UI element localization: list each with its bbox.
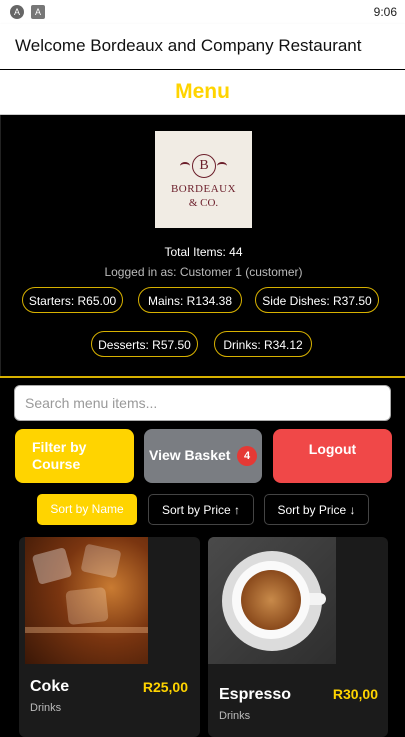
status-time: 9:06 bbox=[373, 5, 397, 19]
summary-panel: B BORDEAUX & CO. Total Items: 44 Logged … bbox=[0, 115, 405, 377]
app-bar: Welcome Bordeaux and Company Restaurant bbox=[0, 24, 405, 69]
coke-image bbox=[25, 537, 148, 664]
logo-text-line1: BORDEAUX bbox=[170, 183, 237, 195]
menu-item-category: Drinks bbox=[30, 702, 62, 714]
sort-by-name-button[interactable]: Sort by Name bbox=[37, 494, 137, 525]
menu-item-price: R25,00 bbox=[142, 679, 188, 695]
search-input[interactable] bbox=[14, 385, 391, 421]
menu-item-category: Drinks bbox=[219, 710, 251, 722]
menu-item-card[interactable]: Espresso R30,00 Drinks bbox=[208, 537, 388, 737]
app-icon-2: A bbox=[31, 5, 45, 19]
filter-label-line2: Course bbox=[32, 456, 81, 472]
menu-item-name: Espresso bbox=[219, 686, 292, 703]
logo-leaf-right bbox=[217, 162, 227, 170]
section-divider bbox=[0, 376, 405, 378]
logout-button[interactable]: Logout bbox=[273, 429, 392, 483]
menu-item-name: Coke bbox=[30, 678, 70, 695]
sort-by-price-desc-button[interactable]: Sort by Price ↓ bbox=[264, 494, 369, 525]
average-chip-mains: Mains: R134.38 bbox=[138, 287, 242, 313]
sort-by-price-asc-button[interactable]: Sort by Price ↑ bbox=[148, 494, 254, 525]
average-chip-starters: Starters: R65.00 bbox=[22, 287, 123, 313]
app-title: Welcome Bordeaux and Company Restaurant bbox=[15, 36, 362, 55]
total-items: Total Items: 44 bbox=[164, 245, 243, 259]
filter-label-line1: Filter by bbox=[32, 439, 87, 455]
status-bar: A A 9:06 bbox=[0, 0, 405, 24]
menu-item-card[interactable]: Coke R25,00 Drinks bbox=[19, 537, 200, 737]
espresso-image bbox=[208, 537, 336, 664]
menu-header: Menu bbox=[0, 70, 405, 115]
average-chip-side-dishes: Side Dishes: R37.50 bbox=[255, 287, 379, 313]
menu-title: Menu bbox=[175, 80, 230, 103]
logo-leaf-left bbox=[180, 162, 190, 170]
filter-by-course-button[interactable]: Filter by Course bbox=[15, 429, 134, 483]
average-chip-desserts: Desserts: R57.50 bbox=[91, 331, 198, 357]
logo-text-line2: & CO. bbox=[188, 197, 219, 209]
logo-monogram: B bbox=[192, 154, 216, 178]
view-basket-label: View Basket bbox=[149, 447, 231, 463]
average-chip-drinks: Drinks: R34.12 bbox=[214, 331, 312, 357]
logged-in-user: Logged in as: Customer 1 (customer) bbox=[104, 265, 303, 279]
app-icon-1: A bbox=[10, 5, 24, 19]
menu-item-price: R30,00 bbox=[332, 686, 378, 702]
basket-count-badge: 4 bbox=[237, 446, 257, 466]
view-basket-button[interactable]: View Basket 4 bbox=[144, 429, 262, 483]
restaurant-logo: B BORDEAUX & CO. bbox=[155, 131, 252, 228]
